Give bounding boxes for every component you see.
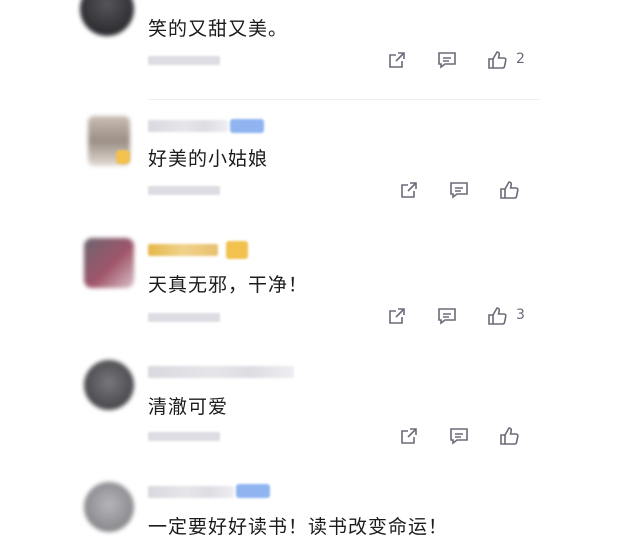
- comment-actions: 3: [386, 305, 536, 327]
- reply-icon[interactable]: [448, 425, 470, 447]
- like-count: 2: [516, 51, 525, 67]
- reply-icon[interactable]: [436, 305, 458, 327]
- comment-meta: [148, 186, 220, 195]
- comment-text: 一定要好好读书！读书改变命运！: [148, 516, 449, 538]
- reply-icon[interactable]: [448, 179, 470, 201]
- comment-text: 笑的又甜又美。: [148, 18, 289, 40]
- vip-badge: [116, 150, 130, 164]
- comment-actions: 2: [386, 49, 536, 71]
- share-icon[interactable]: [386, 305, 408, 327]
- share-icon[interactable]: [386, 49, 408, 71]
- level-badge: [236, 484, 270, 498]
- divider: [148, 99, 540, 100]
- level-badge: [230, 119, 264, 133]
- comment-actions: [398, 425, 548, 447]
- comment-actions: [398, 179, 548, 201]
- user-name[interactable]: [148, 120, 228, 132]
- avatar[interactable]: [84, 360, 134, 410]
- share-icon[interactable]: [398, 179, 420, 201]
- reply-icon[interactable]: [436, 49, 458, 71]
- avatar[interactable]: [84, 238, 134, 288]
- avatar[interactable]: [84, 482, 134, 532]
- level-badge: [226, 241, 248, 259]
- thumbs-up-icon[interactable]: [498, 179, 520, 201]
- share-icon[interactable]: [398, 425, 420, 447]
- comment-text: 清澈可爱: [148, 396, 229, 418]
- comment-meta: [148, 56, 220, 65]
- user-name[interactable]: [148, 244, 218, 256]
- user-name[interactable]: [148, 486, 234, 498]
- avatar[interactable]: [80, 0, 134, 36]
- like-count: 3: [516, 307, 525, 323]
- comment-meta: [148, 432, 220, 441]
- thumbs-up-icon[interactable]: [486, 305, 508, 327]
- thumbs-up-icon[interactable]: [486, 49, 508, 71]
- thumbs-up-icon[interactable]: [498, 425, 520, 447]
- comment-meta: [148, 313, 220, 322]
- user-name[interactable]: [148, 366, 294, 378]
- comment-text: 天真无邪，干净！: [148, 274, 309, 296]
- comment-text: 好美的小姑娘: [148, 148, 269, 170]
